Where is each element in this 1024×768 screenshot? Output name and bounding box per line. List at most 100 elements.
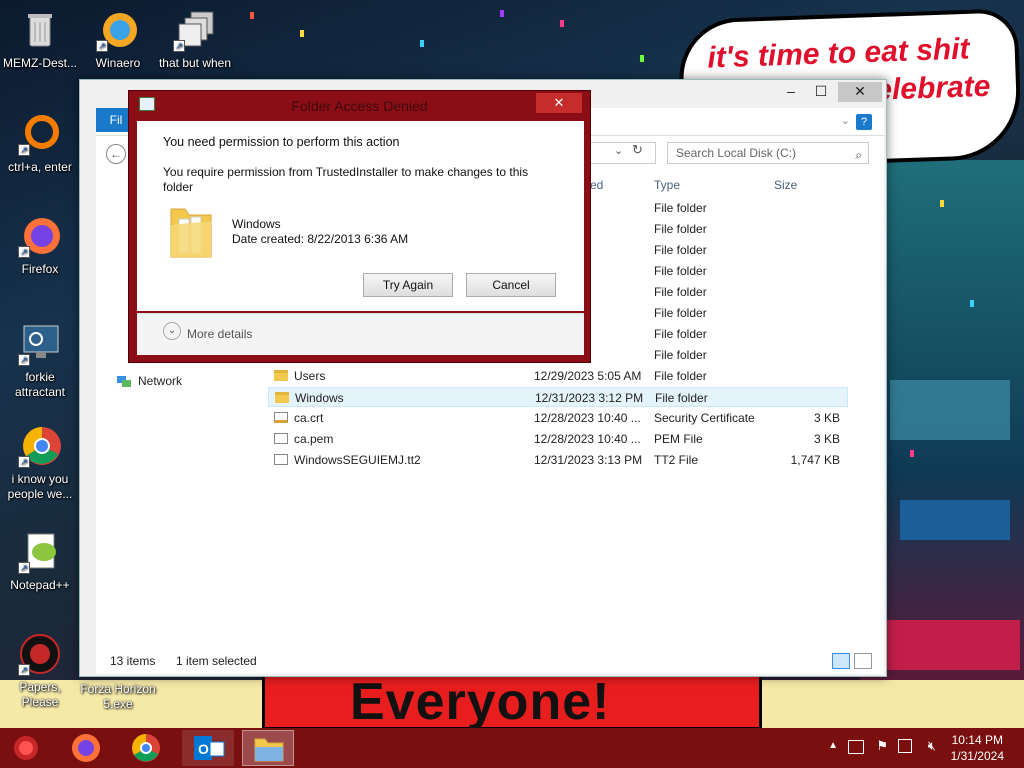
desktop-icon-that-but-when[interactable]: ↗ that but when [155, 8, 235, 71]
network-icon [116, 375, 132, 389]
file-date-modified: 12/29/2023 5:05 AM [534, 369, 642, 383]
firefox-logo-icon: ↗ [18, 214, 62, 258]
back-button[interactable]: ← [106, 144, 126, 164]
notepad-plus-plus-logo-icon: ↗ [18, 530, 62, 574]
address-dropdown-icon[interactable]: ⌄ [614, 144, 623, 157]
table-row[interactable]: WindowsSEGUIEMJ.tt2 12/31/2023 3:13 PM TT2… [268, 450, 848, 470]
desktop-icon-forkie[interactable]: ↗ forkie attractant [0, 322, 80, 400]
file-type: File folder [654, 306, 707, 320]
dialog-titlebar[interactable]: Folder Access Denied ✕ [129, 91, 590, 119]
wallpaper-sign [900, 500, 1010, 540]
taskbar-firefox[interactable] [60, 730, 112, 766]
action-center-icon[interactable] [848, 740, 864, 754]
confetti [640, 55, 644, 62]
taskbar-outlook[interactable]: O [182, 730, 234, 766]
shortcut-arrow-icon: ↗ [18, 246, 30, 258]
desktop-icon-ctrl-a-enter[interactable]: ↗ ctrl+a, enter [0, 112, 80, 175]
file-date-modified: 12/28/2023 10:40 ... [534, 411, 641, 425]
shortcut-arrow-icon: ↗ [173, 40, 185, 52]
file-type: File folder [655, 391, 708, 405]
desktop-icon-memz[interactable]: MEMZ-Dest... [0, 8, 80, 71]
file-type: File folder [654, 285, 707, 299]
selection-count: 1 item selected [176, 654, 257, 668]
file-icon [274, 433, 288, 444]
shortcut-arrow-icon: ↗ [18, 144, 30, 156]
dialog-item-name: Windows [232, 217, 281, 231]
network-status-icon[interactable] [898, 739, 912, 753]
file-name: Users [294, 369, 326, 383]
desktop-icon-label: Forza Horizon 5.exe [80, 682, 156, 711]
refresh-icon[interactable]: ↻ [632, 142, 643, 158]
recycle-bin-icon [18, 8, 62, 52]
folder-access-denied-dialog: Folder Access Denied ✕ You need permissi… [128, 90, 591, 363]
chevron-down-icon[interactable]: ⌄ [163, 322, 181, 340]
maximize-button[interactable]: ☐ [806, 82, 836, 102]
dialog-footer: ⌄ More details [137, 313, 584, 355]
confetti [250, 12, 254, 19]
folder-icon [167, 199, 215, 261]
file-type: PEM File [654, 432, 703, 446]
file-type: File folder [654, 201, 707, 215]
help-icon[interactable]: ? [856, 114, 872, 130]
desktop-icon-label: forkie attractant [14, 370, 66, 399]
flag-icon[interactable]: ⚑ [876, 738, 888, 754]
orange-ring-icon: ↗ [18, 112, 62, 156]
desktop-icon-chrome[interactable]: ↗ i know you people we... [0, 424, 80, 502]
stack-windows-icon: ↗ [173, 8, 217, 52]
shortcut-arrow-icon: ↗ [18, 664, 30, 676]
taskbar-chrome[interactable] [120, 730, 172, 766]
desktop-icon-firefox[interactable]: ↗ Firefox [0, 214, 80, 277]
large-icons-view-icon[interactable] [854, 653, 872, 669]
desktop-icon-label: Papers, Please [19, 680, 61, 709]
desktop-icon-papers-please[interactable]: ↗ Papers, Please [0, 632, 80, 710]
minimize-button[interactable]: – [776, 82, 806, 102]
close-button[interactable]: ✕ [838, 82, 882, 102]
show-hidden-icons-icon[interactable]: ▲ [828, 740, 838, 751]
file-name: ca.crt [294, 411, 324, 425]
table-row[interactable]: Users 12/29/2023 5:05 AM File folder [268, 366, 848, 386]
file-date-modified: 12/31/2023 3:13 PM [534, 453, 643, 467]
start-button[interactable] [0, 730, 52, 766]
confetti [560, 20, 564, 27]
taskbar: O ▲ ⚑ 🔇︎ 10:14 PM 1/31/2024 [0, 728, 1024, 768]
try-again-button[interactable]: Try Again [363, 273, 453, 297]
volume-muted-icon[interactable]: 🔇︎ [928, 738, 936, 754]
shortcut-arrow-icon: ↗ [96, 40, 108, 52]
clock-time: 10:14 PM [951, 733, 1003, 747]
more-details-link[interactable]: More details [187, 327, 252, 341]
details-view-icon[interactable] [832, 653, 850, 669]
certificate-icon [274, 412, 288, 423]
svg-text:O: O [198, 741, 209, 757]
clock[interactable]: 10:14 PM 1/31/2024 [951, 732, 1004, 764]
desktop-icon-winaero[interactable]: ↗ Winaero [78, 8, 158, 71]
nav-item-network[interactable]: Network [116, 372, 182, 390]
desktop-icon-label: MEMZ-Dest... [3, 56, 77, 70]
table-row[interactable]: Windows 12/31/2023 3:12 PM File folder [268, 387, 848, 407]
desktop-icon-notepad-plus-plus[interactable]: ↗ Notepad++ [0, 530, 80, 593]
search-input[interactable]: Search Local Disk (C:) ⌕ [667, 142, 869, 164]
file-date-modified: 12/28/2023 10:40 ... [534, 432, 641, 446]
wallpaper-sign-red [880, 620, 1020, 670]
ribbon-expand-icon[interactable]: ⌄ [841, 114, 850, 127]
dialog-close-button[interactable]: ✕ [536, 93, 582, 113]
folder-icon [275, 392, 289, 403]
dialog-item-date: Date created: 8/22/2013 6:36 AM [232, 232, 409, 246]
table-row[interactable]: ca.crt 12/28/2023 10:40 ... Security Certi… [268, 408, 848, 428]
file-name: WindowsSEGUIEMJ.tt2 [294, 453, 421, 467]
dialog-content: You need permission to perform this acti… [137, 121, 584, 311]
confetti [500, 10, 504, 17]
column-header-size[interactable]: Size [774, 178, 797, 192]
column-header-type[interactable]: Type [654, 178, 680, 192]
winaero-logo-icon: ↗ [96, 8, 140, 52]
confetti [910, 450, 914, 457]
file-type: File folder [654, 327, 707, 341]
wallpaper-billboard [890, 380, 1010, 440]
table-row[interactable]: ca.pem 12/28/2023 10:40 ... PEM File 3 KB [268, 429, 848, 449]
file-icon [274, 454, 288, 465]
desktop-icon-label: Winaero [95, 56, 141, 70]
desktop-icon-label: i know you people we... [7, 472, 73, 501]
cancel-button[interactable]: Cancel [466, 273, 556, 297]
desktop-icon-forza[interactable]: Forza Horizon 5.exe [78, 682, 158, 712]
taskbar-file-explorer[interactable] [242, 730, 294, 766]
file-size: 3 KB [813, 432, 840, 446]
